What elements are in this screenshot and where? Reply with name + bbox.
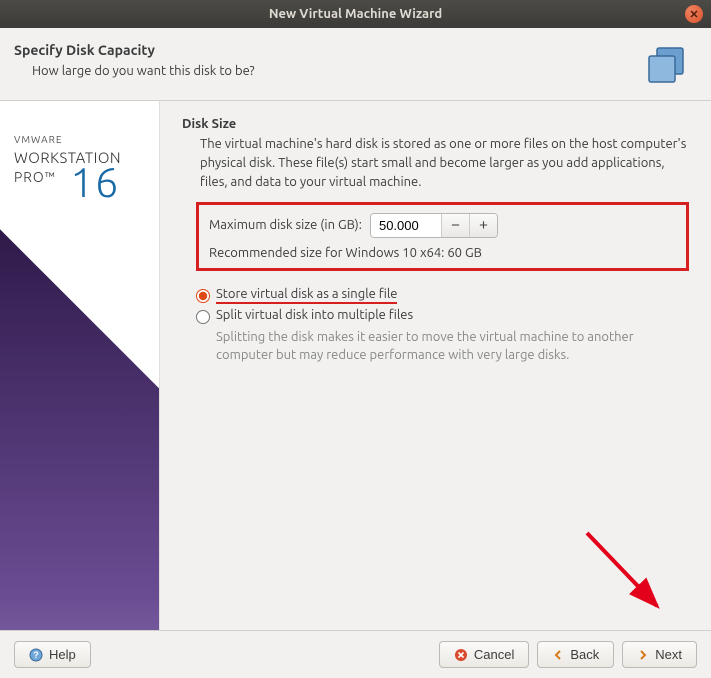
back-button[interactable]: Back [537, 641, 614, 668]
brand-top: VMWARE [14, 133, 121, 147]
chevron-left-icon [552, 649, 564, 661]
radio-single-file-input[interactable] [196, 289, 210, 303]
radio-single-file[interactable]: Store virtual disk as a single file [196, 287, 689, 304]
section-description: The virtual machine's hard disk is store… [200, 135, 689, 192]
max-size-row: Maximum disk size (in GB): − + [209, 213, 676, 238]
max-size-input[interactable] [371, 214, 441, 237]
recommended-size: Recommended size for Windows 10 x64: 60 … [209, 246, 676, 260]
radio-single-file-label: Store virtual disk as a single file [216, 287, 397, 304]
cancel-button-label: Cancel [474, 647, 514, 662]
brand-version: 16 [70, 153, 119, 212]
chevron-right-icon [637, 649, 649, 661]
split-description: Splitting the disk makes it easier to mo… [216, 328, 689, 364]
sidebar-decor [0, 229, 160, 657]
wizard-footer: ? Help Cancel Back Next [0, 630, 711, 678]
page-subtitle: How large do you want this disk to be? [32, 64, 643, 78]
sidebar: VMWARE WORKSTATION PRO™ 16 [0, 101, 160, 657]
stepper-plus-button[interactable]: + [469, 214, 497, 237]
radio-split-files-label: Split virtual disk into multiple files [216, 308, 413, 322]
wizard-body: VMWARE WORKSTATION PRO™ 16 Disk Size The… [0, 101, 711, 657]
help-button[interactable]: ? Help [14, 641, 91, 668]
help-icon: ? [29, 648, 43, 662]
window-title: New Virtual Machine Wizard [269, 7, 442, 21]
back-button-label: Back [570, 647, 599, 662]
radio-split-files[interactable]: Split virtual disk into multiple files [196, 308, 689, 324]
brand-sub: PRO™ [14, 169, 56, 185]
radio-split-files-input[interactable] [196, 310, 210, 324]
cancel-icon [454, 648, 468, 662]
titlebar: New Virtual Machine Wizard [0, 0, 711, 28]
content-panel: Disk Size The virtual machine's hard dis… [160, 101, 711, 657]
disk-capacity-icon [643, 42, 691, 90]
section-title: Disk Size [182, 117, 689, 131]
next-button-label: Next [655, 647, 682, 662]
next-button[interactable]: Next [622, 641, 697, 668]
size-stepper: − + [370, 213, 498, 238]
disk-size-highlight: Maximum disk size (in GB): − + Recommend… [196, 202, 689, 271]
page-title: Specify Disk Capacity [14, 42, 643, 58]
close-icon [690, 10, 698, 18]
max-size-label: Maximum disk size (in GB): [209, 218, 362, 232]
brand-block: VMWARE WORKSTATION PRO™ 16 [14, 133, 121, 188]
wizard-header: Specify Disk Capacity How large do you w… [0, 28, 711, 101]
help-button-label: Help [49, 647, 76, 662]
window-close-button[interactable] [685, 5, 703, 23]
cancel-button[interactable]: Cancel [439, 641, 529, 668]
stepper-minus-button[interactable]: − [441, 214, 469, 237]
svg-text:?: ? [33, 650, 39, 660]
